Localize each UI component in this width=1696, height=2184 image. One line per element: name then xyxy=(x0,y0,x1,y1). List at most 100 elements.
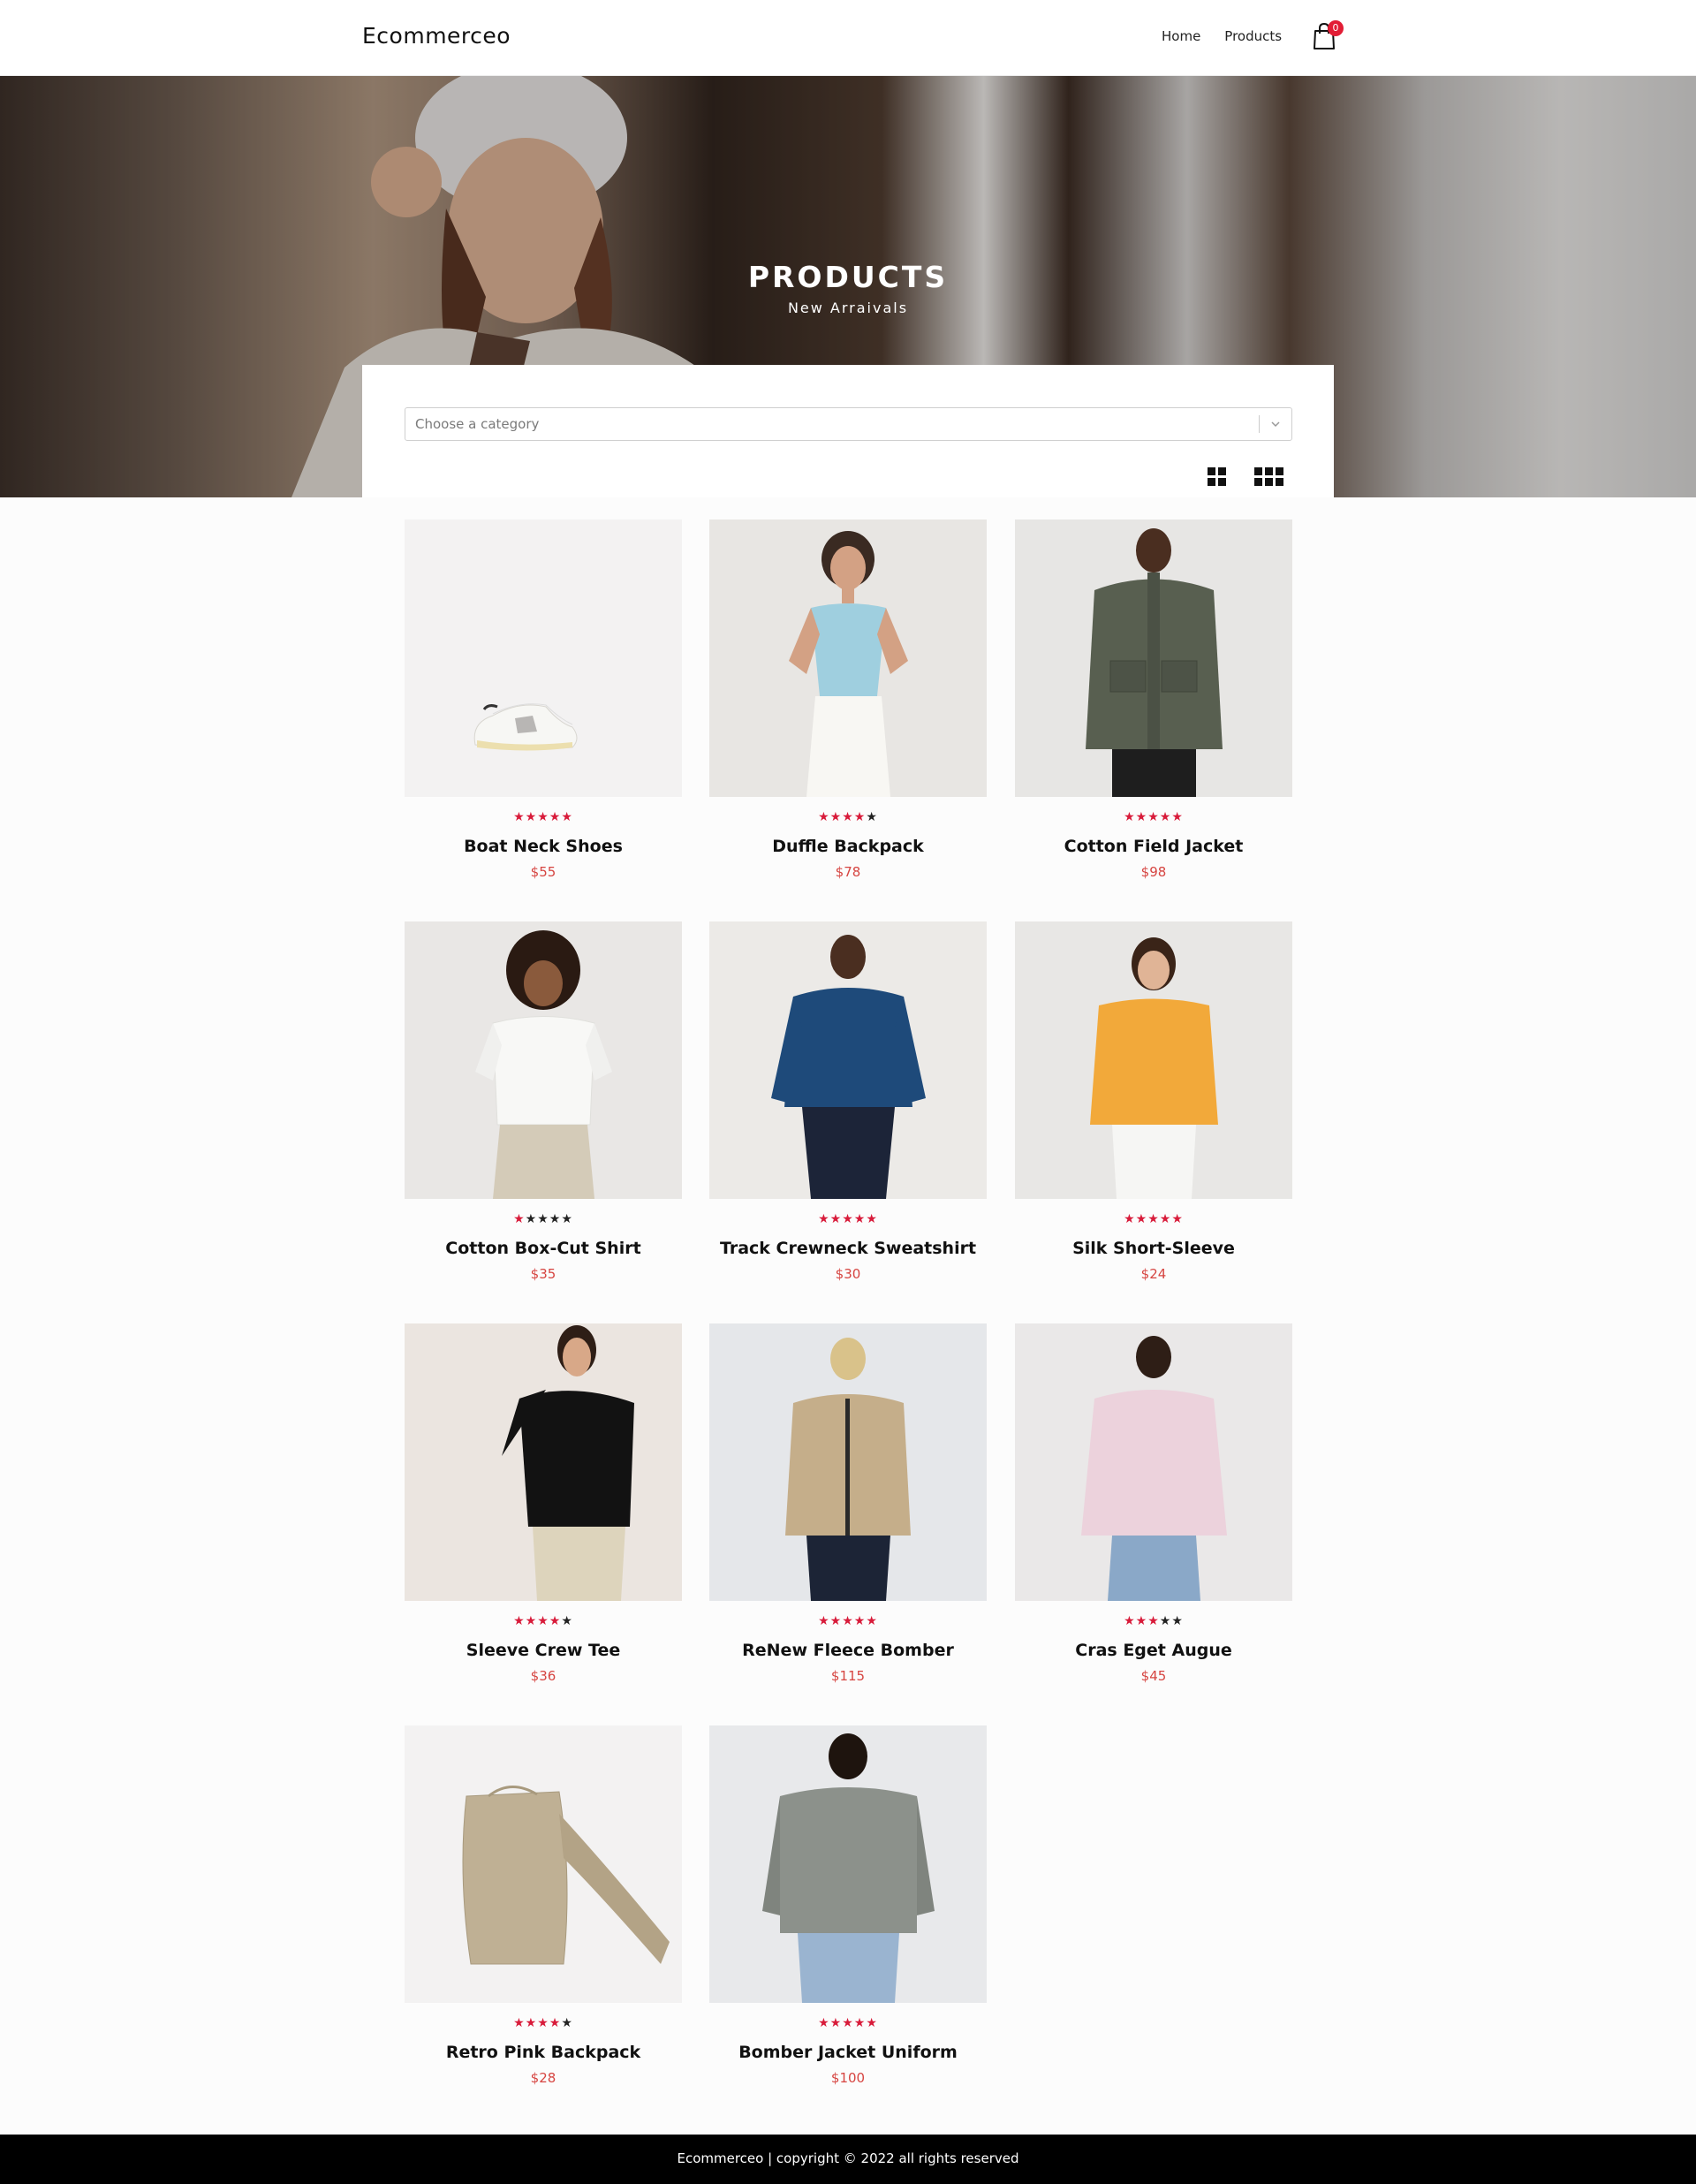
grid-view-2-button[interactable] xyxy=(1200,459,1233,493)
product-image[interactable] xyxy=(709,1323,987,1601)
star-filled-icon: ★ xyxy=(842,1614,854,1628)
product-card[interactable]: ★★★★★ Cotton Field Jacket $98 xyxy=(1015,519,1292,899)
product-name[interactable]: Bomber Jacket Uniform xyxy=(709,2043,987,2062)
star-empty-icon: ★ xyxy=(561,1614,573,1628)
product-name[interactable]: Duffle Backpack xyxy=(709,837,987,856)
product-card[interactable]: ★★★★★ ReNew Fleece Bomber $115 xyxy=(709,1323,987,1703)
grid-3x2-icon xyxy=(1254,467,1283,486)
star-filled-icon: ★ xyxy=(866,2016,878,2030)
star-filled-icon: ★ xyxy=(842,2016,854,2030)
product-name[interactable]: Cotton Box-Cut Shirt xyxy=(405,1239,682,1258)
rating-stars: ★★★★★ xyxy=(709,1614,987,1628)
product-card[interactable]: ★★★★★ Duffle Backpack $78 xyxy=(709,519,987,899)
star-empty-icon: ★ xyxy=(549,1212,562,1226)
star-filled-icon: ★ xyxy=(513,1614,526,1628)
rating-stars: ★★★★★ xyxy=(405,1614,682,1628)
star-filled-icon: ★ xyxy=(818,1212,830,1226)
product-card[interactable]: ★★★★★ Bomber Jacket Uniform $100 xyxy=(709,1725,987,2105)
star-filled-icon: ★ xyxy=(853,2016,867,2030)
star-filled-icon: ★ xyxy=(537,810,549,824)
product-price: $115 xyxy=(830,1668,866,1684)
star-filled-icon: ★ xyxy=(1135,1614,1148,1628)
product-image[interactable] xyxy=(1015,519,1292,797)
product-name[interactable]: Cotton Field Jacket xyxy=(1015,837,1292,856)
nav-home-link[interactable]: Home xyxy=(1162,28,1200,44)
star-filled-icon: ★ xyxy=(1171,810,1184,824)
product-card[interactable]: ★★★★★ Sleeve Crew Tee $36 xyxy=(405,1323,682,1703)
star-filled-icon: ★ xyxy=(561,810,573,824)
product-card[interactable]: ★★★★★ Retro Pink Backpack $28 xyxy=(405,1725,682,2105)
star-empty-icon: ★ xyxy=(537,1212,549,1226)
rating-stars: ★★★★★ xyxy=(405,1212,682,1226)
product-price: $78 xyxy=(835,864,861,880)
brand-logo[interactable]: Ecommerceo xyxy=(362,23,511,49)
product-image[interactable] xyxy=(709,1725,987,2003)
star-filled-icon: ★ xyxy=(1159,1212,1172,1226)
star-filled-icon: ★ xyxy=(513,810,526,824)
site-footer: Ecommerceo | copyright © 2022 all rights… xyxy=(0,2135,1696,2184)
star-filled-icon: ★ xyxy=(1124,1614,1136,1628)
star-filled-icon: ★ xyxy=(818,1614,830,1628)
product-price: $30 xyxy=(835,1266,861,1282)
page-subtitle: New Arraivals xyxy=(787,300,909,316)
page-title: PRODUCTS xyxy=(747,260,949,294)
product-name[interactable]: Silk Short-Sleeve xyxy=(1015,1239,1292,1258)
star-empty-icon: ★ xyxy=(866,810,878,824)
star-empty-icon: ★ xyxy=(525,1212,538,1226)
grid-view-3-button[interactable] xyxy=(1251,459,1288,493)
star-filled-icon: ★ xyxy=(842,1212,854,1226)
star-filled-icon: ★ xyxy=(853,810,867,824)
star-filled-icon: ★ xyxy=(853,1614,867,1628)
category-select[interactable]: Choose a category xyxy=(405,407,1292,441)
product-image[interactable] xyxy=(405,1323,682,1601)
star-filled-icon: ★ xyxy=(818,2016,830,2030)
product-card[interactable]: ★★★★★ Track Crewneck Sweatshirt $30 xyxy=(709,921,987,1301)
product-name[interactable]: Sleeve Crew Tee xyxy=(405,1641,682,1660)
product-price: $100 xyxy=(830,2070,866,2086)
star-filled-icon: ★ xyxy=(1135,810,1148,824)
product-image[interactable] xyxy=(709,519,987,797)
rating-stars: ★★★★★ xyxy=(1015,1614,1292,1628)
star-empty-icon: ★ xyxy=(1159,1614,1172,1628)
product-image[interactable] xyxy=(405,921,682,1199)
category-select-placeholder: Choose a category xyxy=(415,416,540,432)
product-name[interactable]: ReNew Fleece Bomber xyxy=(709,1641,987,1660)
product-name[interactable]: Retro Pink Backpack xyxy=(405,2043,682,2062)
rating-stars: ★★★★★ xyxy=(709,2016,987,2030)
star-filled-icon: ★ xyxy=(866,1614,878,1628)
star-filled-icon: ★ xyxy=(537,1614,549,1628)
product-card[interactable]: ★★★★★ Cotton Box-Cut Shirt $35 xyxy=(405,921,682,1301)
star-filled-icon: ★ xyxy=(525,1614,538,1628)
star-filled-icon: ★ xyxy=(549,2016,562,2030)
star-filled-icon: ★ xyxy=(866,1212,878,1226)
product-image[interactable] xyxy=(1015,921,1292,1199)
star-filled-icon: ★ xyxy=(549,1614,562,1628)
star-filled-icon: ★ xyxy=(842,810,854,824)
product-name[interactable]: Track Crewneck Sweatshirt xyxy=(709,1239,987,1258)
star-filled-icon: ★ xyxy=(1124,810,1136,824)
star-filled-icon: ★ xyxy=(829,810,843,824)
star-empty-icon: ★ xyxy=(1171,1614,1184,1628)
product-card[interactable]: ★★★★★ Cras Eget Augue $45 xyxy=(1015,1323,1292,1703)
star-empty-icon: ★ xyxy=(561,2016,573,2030)
product-image[interactable] xyxy=(405,1725,682,2003)
product-image[interactable] xyxy=(405,519,682,797)
product-image[interactable] xyxy=(709,921,987,1199)
star-filled-icon: ★ xyxy=(829,2016,843,2030)
rating-stars: ★★★★★ xyxy=(1015,810,1292,824)
star-filled-icon: ★ xyxy=(1147,1614,1160,1628)
product-card[interactable]: ★★★★★ Boat Neck Shoes $55 xyxy=(405,519,682,899)
star-filled-icon: ★ xyxy=(853,1212,867,1226)
copyright-text: Ecommerceo | copyright © 2022 all rights… xyxy=(677,2150,1019,2166)
star-filled-icon: ★ xyxy=(1147,810,1160,824)
star-filled-icon: ★ xyxy=(1159,810,1172,824)
product-image[interactable] xyxy=(1015,1323,1292,1601)
product-card[interactable]: ★★★★★ Silk Short-Sleeve $24 xyxy=(1015,921,1292,1301)
product-name[interactable]: Boat Neck Shoes xyxy=(405,837,682,856)
nav-products-link[interactable]: Products xyxy=(1224,28,1282,44)
main-nav: Home Products xyxy=(1162,28,1282,44)
star-filled-icon: ★ xyxy=(818,810,830,824)
star-filled-icon: ★ xyxy=(513,1212,526,1226)
star-filled-icon: ★ xyxy=(829,1614,843,1628)
product-name[interactable]: Cras Eget Augue xyxy=(1015,1641,1292,1660)
